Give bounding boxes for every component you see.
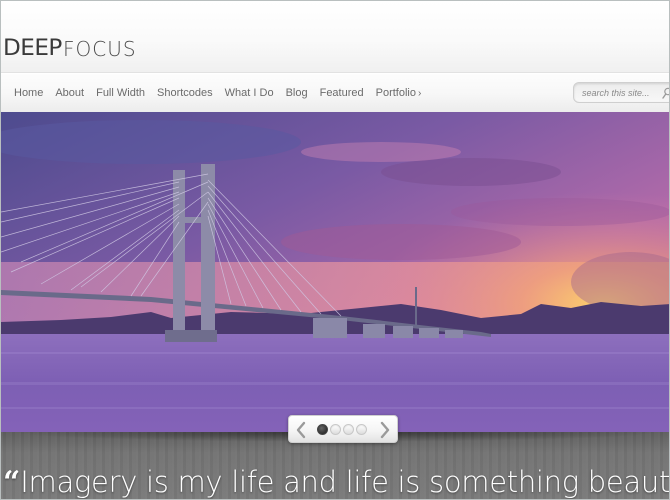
featured-slider — [1, 112, 669, 432]
tagline-text: Imagery is my life and life is something… — [20, 465, 670, 499]
slide-dot-2[interactable] — [330, 424, 341, 435]
nav-item-featured[interactable]: Featured — [320, 87, 364, 99]
search-box — [573, 82, 670, 103]
logo-bold-text: DEEP — [3, 36, 62, 61]
slide-dot-3[interactable] — [343, 424, 354, 435]
slider-controls — [288, 415, 398, 443]
search-icon[interactable] — [662, 87, 670, 99]
nav-item-shortcodes[interactable]: Shortcodes — [157, 87, 213, 99]
search-input[interactable] — [582, 86, 660, 100]
nav-item-full-width[interactable]: Full Width — [96, 87, 145, 99]
nav-item-portfolio-label: Portfolio — [375, 87, 416, 99]
site-header: DEEP FOCUS — [1, 1, 669, 73]
nav-item-portfolio[interactable]: Portfolio › — [376, 87, 422, 99]
nav-item-what-i-do[interactable]: What I Do — [225, 87, 274, 99]
slide-dot-4[interactable] — [356, 424, 367, 435]
nav-menu: Home About Full Width Shortcodes What I … — [14, 74, 433, 112]
chevron-left-icon[interactable] — [294, 421, 308, 439]
submenu-arrow-icon: › — [417, 88, 422, 99]
site-logo[interactable]: DEEP FOCUS — [3, 36, 137, 61]
quote-mark-icon: “ — [3, 465, 20, 500]
nav-item-about[interactable]: About — [55, 87, 84, 99]
main-nav: Home About Full Width Shortcodes What I … — [1, 74, 669, 112]
page-frame: DEEP FOCUS Home About Full Width Shortco… — [0, 0, 670, 500]
logo-light-text: FOCUS — [63, 37, 137, 61]
slide-image — [1, 112, 669, 432]
nav-item-home[interactable]: Home — [14, 87, 43, 99]
slide-dots — [317, 424, 369, 435]
chevron-right-icon[interactable] — [378, 421, 392, 439]
slide-dot-1[interactable] — [317, 424, 328, 435]
tagline: “Imagery is my life and life is somethin… — [3, 463, 670, 500]
nav-item-blog[interactable]: Blog — [286, 87, 308, 99]
